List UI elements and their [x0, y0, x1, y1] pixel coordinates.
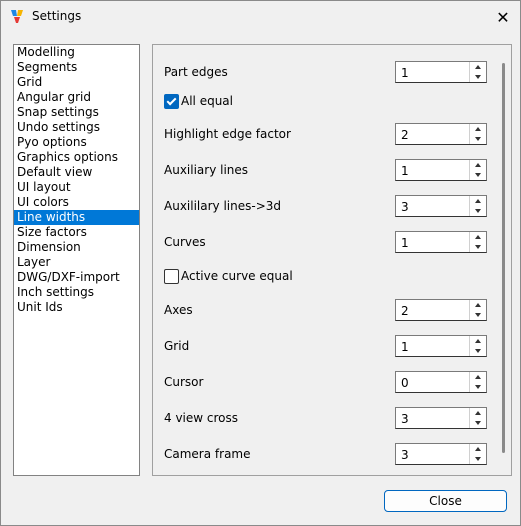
camera-frame-value[interactable]: 3 — [401, 448, 409, 462]
spin-down-icon[interactable] — [470, 170, 486, 180]
nav-item[interactable]: Default view — [14, 165, 139, 180]
four-view-cross-label: 4 view cross — [164, 411, 239, 425]
spin-down-icon[interactable] — [470, 206, 486, 216]
title-bar: Settings ✕ — [1, 1, 520, 33]
checkbox-unchecked-icon[interactable] — [164, 269, 179, 284]
highlight-edge-factor-label: Highlight edge factor — [164, 127, 291, 141]
settings-category-list[interactable]: Modelling Segments Grid Angular grid Snap se… — [13, 44, 140, 476]
part-edges-label: Part edges — [164, 65, 228, 79]
axes-label: Axes — [164, 303, 193, 317]
spin-up-icon[interactable] — [470, 62, 486, 72]
nav-item[interactable]: Size factors — [14, 225, 139, 240]
nav-item[interactable]: Pyo options — [14, 135, 139, 150]
nav-item[interactable]: UI layout — [14, 180, 139, 195]
cursor-spinbox[interactable]: 0 — [395, 371, 487, 393]
grid-spinbox[interactable]: 1 — [395, 335, 487, 357]
nav-item[interactable]: Layer — [14, 255, 139, 270]
grid-value[interactable]: 1 — [401, 340, 409, 354]
nav-item[interactable]: Dimension — [14, 240, 139, 255]
spin-up-icon[interactable] — [470, 196, 486, 206]
active-curve-equal-label: Active curve equal — [181, 269, 293, 283]
all-equal-label: All equal — [181, 94, 233, 108]
spin-down-icon[interactable] — [470, 242, 486, 252]
highlight-edge-factor-value[interactable]: 2 — [401, 128, 409, 142]
nav-item[interactable]: DWG/DXF-import — [14, 270, 139, 285]
nav-item[interactable]: Modelling — [14, 45, 139, 60]
part-edges-value[interactable]: 1 — [401, 66, 409, 80]
spin-up-icon[interactable] — [470, 336, 486, 346]
four-view-cross-spinbox[interactable]: 3 — [395, 407, 487, 429]
auxiliary-lines-value[interactable]: 1 — [401, 164, 409, 178]
nav-item[interactable]: Inch settings — [14, 285, 139, 300]
spin-down-icon[interactable] — [470, 454, 486, 464]
spin-down-icon[interactable] — [470, 382, 486, 392]
spin-up-icon[interactable] — [470, 232, 486, 242]
close-button[interactable]: Close — [384, 490, 507, 512]
close-icon[interactable]: ✕ — [492, 6, 514, 28]
spin-up-icon[interactable] — [470, 444, 486, 454]
spin-up-icon[interactable] — [470, 300, 486, 310]
nav-item[interactable]: Unit Ids — [14, 300, 139, 315]
cursor-value[interactable]: 0 — [401, 376, 409, 390]
nav-item[interactable]: Angular grid — [14, 90, 139, 105]
scrollbar[interactable] — [502, 63, 505, 453]
nav-item[interactable]: Grid — [14, 75, 139, 90]
auxiliary-lines-spinbox[interactable]: 1 — [395, 159, 487, 181]
axes-spinbox[interactable]: 2 — [395, 299, 487, 321]
auxiliary-lines-3d-value[interactable]: 3 — [401, 200, 409, 214]
grid-label: Grid — [164, 339, 190, 353]
camera-frame-spinbox[interactable]: 3 — [395, 443, 487, 465]
spin-up-icon[interactable] — [470, 124, 486, 134]
spin-down-icon[interactable] — [470, 310, 486, 320]
settings-window: Settings ✕ Modelling Segments Grid Angular … — [0, 0, 521, 526]
auxiliary-lines-3d-label: Auxililary lines->3d — [164, 199, 281, 213]
curves-spinbox[interactable]: 1 — [395, 231, 487, 253]
curves-value[interactable]: 1 — [401, 236, 409, 250]
spin-up-icon[interactable] — [470, 160, 486, 170]
nav-item[interactable]: Segments — [14, 60, 139, 75]
spin-down-icon[interactable] — [470, 134, 486, 144]
highlight-edge-factor-spinbox[interactable]: 2 — [395, 123, 487, 145]
line-widths-panel: Part edges 1 All equal Highlight edge fa… — [152, 44, 512, 476]
spin-down-icon[interactable] — [470, 346, 486, 356]
part-edges-spinbox[interactable]: 1 — [395, 61, 487, 83]
window-title: Settings — [32, 9, 82, 23]
camera-frame-label: Camera frame — [164, 447, 251, 461]
nav-item[interactable]: Line widths — [14, 210, 139, 225]
app-icon — [11, 10, 23, 23]
auxiliary-lines-label: Auxiliary lines — [164, 163, 249, 177]
nav-item[interactable]: UI colors — [14, 195, 139, 210]
nav-item[interactable]: Undo settings — [14, 120, 139, 135]
spin-up-icon[interactable] — [470, 372, 486, 382]
axes-value[interactable]: 2 — [401, 304, 409, 318]
nav-item[interactable]: Graphics options — [14, 150, 139, 165]
nav-item[interactable]: Snap settings — [14, 105, 139, 120]
cursor-label: Cursor — [164, 375, 204, 389]
spin-down-icon[interactable] — [470, 72, 486, 82]
checkbox-checked-icon[interactable] — [164, 94, 179, 109]
auxiliary-lines-3d-spinbox[interactable]: 3 — [395, 195, 487, 217]
spin-down-icon[interactable] — [470, 418, 486, 428]
four-view-cross-value[interactable]: 3 — [401, 412, 409, 426]
curves-label: Curves — [164, 235, 206, 249]
spin-up-icon[interactable] — [470, 408, 486, 418]
